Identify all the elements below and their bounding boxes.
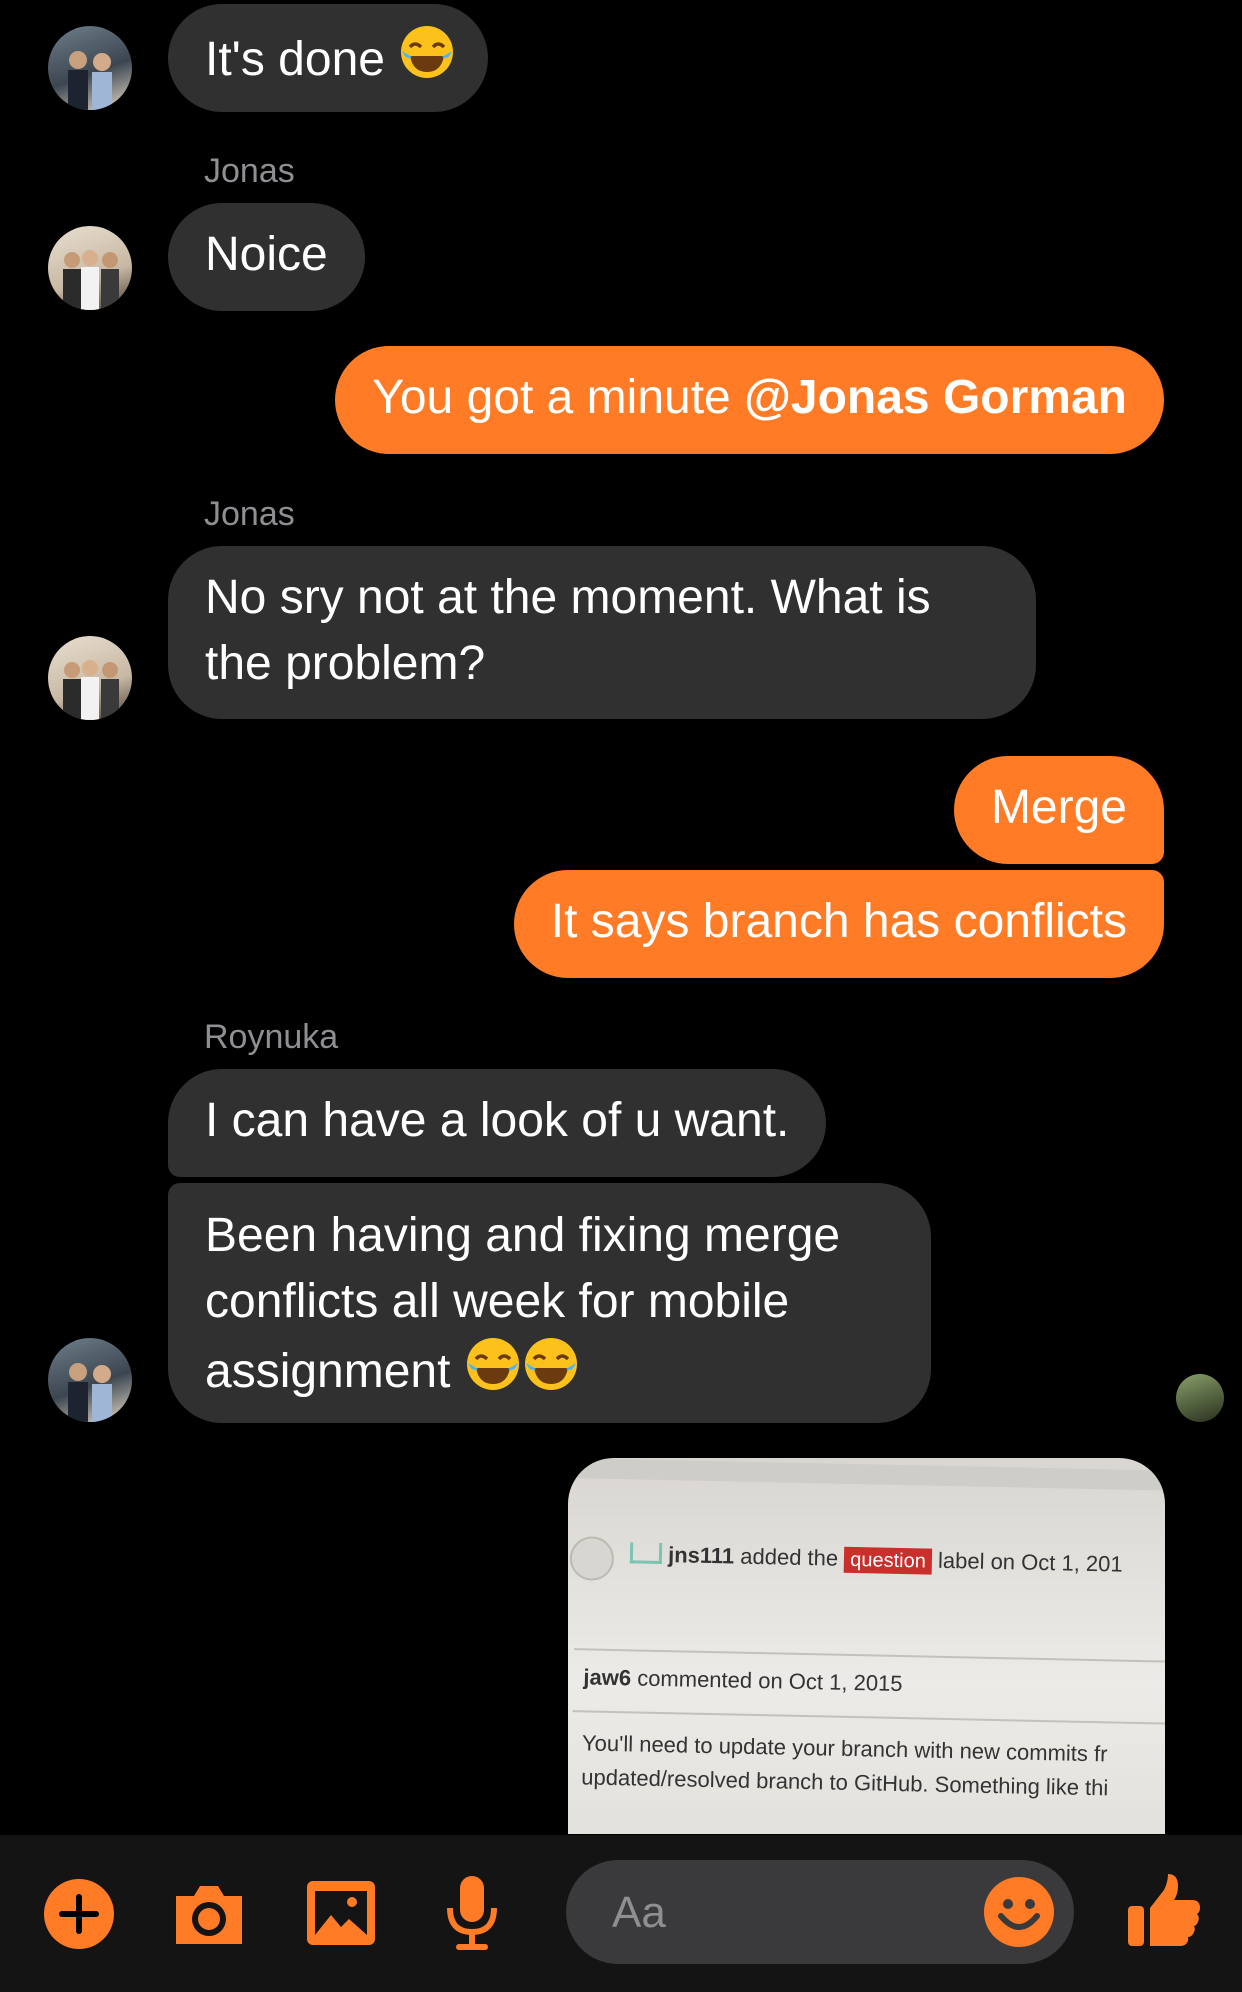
tag-icon: [569, 1536, 615, 1581]
thumbs-up-icon[interactable]: [1124, 1870, 1204, 1955]
message-input[interactable]: [610, 1884, 974, 1942]
attachment-text: added the: [740, 1543, 839, 1571]
message-text-line: the problem?: [205, 637, 486, 690]
message-composer[interactable]: [566, 1860, 1074, 1964]
message-text: You got a minute: [372, 371, 745, 424]
avatar-roynuka[interactable]: [48, 26, 132, 110]
microphone-icon[interactable]: [444, 1874, 500, 1959]
avatar-jonas[interactable]: [48, 636, 132, 720]
laughing-emoji-icon: [522, 1335, 580, 1411]
laughing-emoji-icon: [464, 1335, 522, 1411]
avatar-roynuka[interactable]: [48, 1338, 132, 1422]
message-bubble[interactable]: Noice: [168, 203, 365, 311]
message-text: It says branch has conflicts: [550, 895, 1127, 948]
message-text: Noice: [205, 228, 328, 281]
message-bubble[interactable]: I can have a look of u want.: [168, 1069, 827, 1177]
message-text: It's done: [205, 33, 385, 86]
mention-link[interactable]: @Jonas Gorman: [744, 371, 1127, 424]
plus-icon[interactable]: [43, 1878, 115, 1955]
question-label: question: [843, 1546, 933, 1575]
laughing-emoji-icon: [398, 23, 456, 99]
sender-name: Jonas: [204, 495, 295, 533]
message-text-line: conflicts all week for mobile: [205, 1275, 790, 1328]
attachment-text: You'll need to update your branch with n…: [581, 1730, 1108, 1767]
message-bubble[interactable]: No sry not at the moment. What is the pr…: [168, 546, 1036, 719]
message-bubble[interactable]: It's done: [168, 4, 489, 112]
attachment-text: label on Oct 1, 201: [937, 1547, 1123, 1577]
message-bubble[interactable]: Been having and fixing merge conflicts a…: [168, 1183, 931, 1423]
avatar-jonas[interactable]: [48, 226, 132, 310]
attachment-text: commented on Oct 1, 2015: [636, 1665, 903, 1697]
image-icon[interactable]: [304, 1878, 378, 1953]
attachment-text: updated/resolved branch to GitHub. Somet…: [581, 1764, 1109, 1801]
emoji-icon[interactable]: [983, 1876, 1055, 1953]
message-text: Merge: [990, 781, 1127, 834]
attachment-user: jaw6: [583, 1664, 632, 1691]
sender-name: Jonas: [204, 152, 295, 190]
message-text-line: assignment: [205, 1345, 451, 1398]
message-text-line: No sry not at the moment. What is: [205, 571, 931, 624]
attachment-user: jns111: [667, 1542, 735, 1569]
message-bubble[interactable]: It says branch has conflicts: [513, 870, 1164, 978]
image-attachment[interactable]: jns111 added the question label on Oct 1…: [568, 1458, 1165, 1834]
read-receipt-avatar: [1176, 1374, 1224, 1422]
message-bubble[interactable]: You got a minute @Jonas Gorman: [335, 346, 1164, 454]
sender-name: Roynuka: [204, 1018, 339, 1056]
message-text-line: Been having and fixing merge: [205, 1209, 841, 1262]
message-text: I can have a look of u want.: [205, 1094, 790, 1147]
camera-icon[interactable]: [170, 1880, 248, 1953]
message-bubble[interactable]: Merge: [953, 756, 1164, 864]
